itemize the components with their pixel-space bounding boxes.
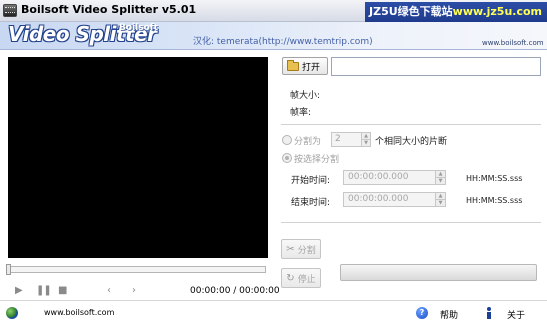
start-time-label: 开始时间: bbox=[291, 176, 331, 186]
video-preview bbox=[8, 57, 268, 258]
next-icon[interactable]: › bbox=[132, 285, 136, 297]
pause-icon[interactable]: ❚❚ bbox=[36, 285, 52, 297]
end-time-value: 00:00:00.000 bbox=[348, 194, 409, 204]
watermark-name: JZ5U绿色下载站 bbox=[369, 5, 453, 18]
about-button[interactable]: 关于 bbox=[507, 308, 525, 321]
split-button[interactable]: ✂ 分割 bbox=[281, 239, 321, 259]
stop-circle-icon: ↻ bbox=[286, 272, 295, 284]
split-count-stepper[interactable]: 2 ▲ ▼ bbox=[331, 132, 371, 147]
film-icon bbox=[3, 4, 17, 17]
end-time-format: HH:MM:SS.sss bbox=[466, 196, 523, 205]
banner-company: Boilsoft bbox=[119, 23, 158, 33]
watermark-url: www.jz5u.com bbox=[452, 5, 542, 18]
spin-down-icon[interactable]: ▼ bbox=[436, 177, 445, 184]
open-button[interactable]: 打开 bbox=[282, 57, 328, 75]
split-equal-label: 分割为 bbox=[294, 137, 322, 147]
help-button[interactable]: 帮助 bbox=[440, 308, 458, 321]
file-path-field[interactable] bbox=[331, 57, 541, 76]
end-time-field[interactable]: 00:00:00.000 ▲ ▼ bbox=[343, 192, 446, 207]
play-icon[interactable]: ▶ bbox=[15, 285, 23, 297]
start-time-format: HH:MM:SS.sss bbox=[466, 174, 523, 183]
banner-translator-credit: 汉化: temerata(http://www.temtrip.com) bbox=[193, 37, 373, 47]
scissors-icon: ✂ bbox=[286, 243, 295, 255]
split-progress-bar bbox=[340, 264, 537, 281]
start-time-value: 00:00:00.000 bbox=[348, 172, 409, 182]
banner-website: www.boilsoft.com bbox=[482, 39, 544, 47]
seek-slider[interactable] bbox=[7, 266, 266, 273]
split-select-label: 按选择分割 bbox=[294, 155, 340, 165]
window-title: Boilsoft Video Splitter v5.01 bbox=[21, 3, 197, 16]
frame-size-label: 帧大小: bbox=[290, 91, 321, 101]
split-count-value: 2 bbox=[335, 134, 341, 144]
spin-down-icon[interactable]: ▼ bbox=[362, 139, 370, 146]
footer-website-link[interactable]: www.boilsoft.com bbox=[44, 308, 114, 317]
open-button-label: 打开 bbox=[302, 62, 321, 73]
help-icon[interactable]: ? bbox=[416, 307, 428, 319]
globe-icon bbox=[6, 307, 18, 319]
split-equal-suffix: 个相同大小的片断 bbox=[375, 137, 448, 147]
end-time-label: 结束时间: bbox=[291, 198, 331, 208]
stop-button-label: 停止 bbox=[297, 274, 316, 285]
folder-icon bbox=[287, 59, 299, 71]
split-count-spinner[interactable]: ▲ ▼ bbox=[361, 133, 370, 146]
footer-divider bbox=[0, 300, 547, 301]
stop-button[interactable]: ↻ 停止 bbox=[281, 268, 321, 288]
frame-rate-label: 帧率: bbox=[290, 108, 312, 118]
prev-icon[interactable]: ‹ bbox=[107, 285, 111, 297]
spin-down-icon[interactable]: ▼ bbox=[436, 199, 445, 206]
stop-icon[interactable]: ■ bbox=[58, 285, 67, 297]
split-button-label: 分割 bbox=[297, 245, 316, 256]
watermark-badge: JZ5U绿色下载站www.jz5u.com bbox=[365, 2, 547, 22]
seek-slider-thumb[interactable] bbox=[6, 264, 11, 275]
start-time-field[interactable]: 00:00:00.000 ▲ ▼ bbox=[343, 170, 446, 185]
split-select-radio[interactable] bbox=[282, 153, 292, 163]
end-time-spinner[interactable]: ▲ ▼ bbox=[435, 193, 445, 206]
split-equal-radio[interactable] bbox=[282, 135, 292, 145]
title-bar: Boilsoft Video Splitter v5.01 JZ5U绿色下载站w… bbox=[0, 0, 547, 22]
playback-time: 00:00:00 / 00:00:00 bbox=[190, 286, 280, 296]
start-time-spinner[interactable]: ▲ ▼ bbox=[435, 171, 445, 184]
app-banner: Video Splitter Boilsoft 汉化: temerata(htt… bbox=[0, 22, 547, 50]
divider bbox=[281, 124, 541, 126]
info-icon[interactable] bbox=[484, 307, 494, 319]
divider bbox=[281, 222, 541, 224]
